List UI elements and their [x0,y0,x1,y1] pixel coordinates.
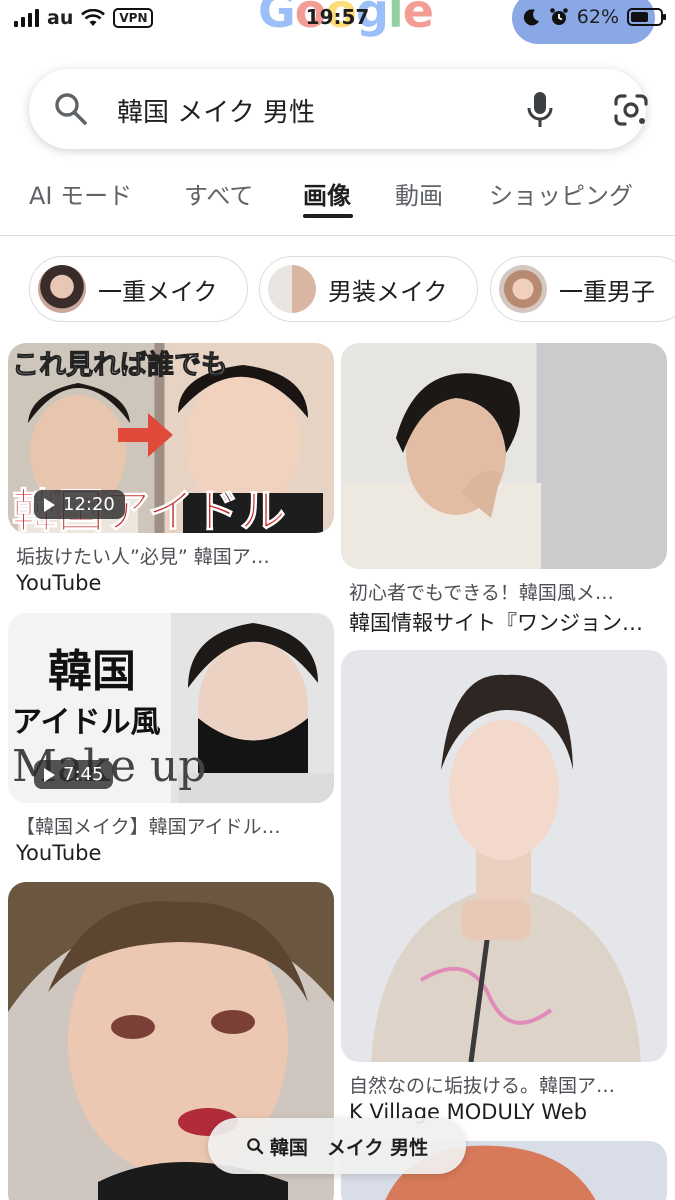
battery-icon [627,8,666,26]
search-box[interactable]: 韓国 メイク 男性 [29,69,649,149]
play-icon [44,497,55,512]
chip-label: 一重男子 [559,277,655,306]
result-source[interactable]: 韓国情報サイト『ワンジョン… [349,607,643,637]
status-right: 62% [523,6,666,28]
duration-label: 7:45 [63,764,104,785]
chip-single-eyelid-boy[interactable]: 一重男子 [490,256,675,322]
tab-all[interactable]: すべて [184,176,253,211]
search-icon[interactable] [53,91,89,127]
floating-search-pill[interactable]: 韓国 メイク 男性 [208,1118,466,1174]
duration-label: 12:20 [63,494,115,515]
thumbnail-art [341,373,541,569]
lens-icon[interactable] [613,93,649,127]
video-duration: 12:20 [34,490,125,519]
result-source[interactable]: YouTube [16,571,101,595]
result-title[interactable]: 垢抜けたい人”必見” 韓国ア… [16,542,270,569]
active-tab-indicator [303,214,353,218]
play-icon [44,767,55,782]
chip-thumbnail [268,265,316,313]
tab-ai-mode[interactable]: AI モード [29,176,132,211]
result-title[interactable]: 初心者でもできる！韓国風メ… [349,578,614,605]
chip-thumbnail [499,265,547,313]
thumbnail-art [371,674,641,1062]
tab-shopping[interactable]: ショッピング [489,176,633,211]
result-thumbnail[interactable] [341,650,667,1062]
search-icon [247,1138,264,1155]
search-tabs: AI モード すべて 画像 動画 ショッピング [0,168,675,236]
moon-icon [523,9,539,26]
chip-crossdress-makeup[interactable]: 男装メイク [259,256,478,322]
tab-videos[interactable]: 動画 [395,176,443,211]
result-title[interactable]: 自然なのに垢抜ける。韓国ア… [349,1071,615,1098]
thumbnail-text: アイドル風 [12,705,161,740]
video-duration: 7:45 [34,760,114,789]
mic-icon[interactable] [526,91,554,129]
thumbnail-text: これ見れば誰でも [12,350,229,382]
battery-fill [631,12,648,22]
chip-thumbnail [38,265,86,313]
thumbnail-text: 韓国 [48,646,136,697]
chip-label: 男装メイク [328,277,448,306]
result-thumbnail[interactable]: これ見れば誰でも 韓国アイドル 12:20 [8,343,334,533]
chip-label: 一重メイク [98,277,218,306]
status-bar: Google au VPN 19:57 62% [0,0,675,44]
battery-percent: 62% [576,6,619,28]
search-query[interactable]: 韓国 メイク 男性 [117,92,315,129]
related-chips: 一重メイク 男装メイク 一重男子 [0,256,675,322]
result-title[interactable]: 【韓国メイク】韓国アイドル… [16,812,281,839]
chip-single-eyelid-makeup[interactable]: 一重メイク [29,256,248,322]
result-thumbnail[interactable]: 韓国 アイドル風 Make up 7:45 [8,613,334,803]
result-thumbnail[interactable] [341,343,667,569]
tab-images[interactable]: 画像 [303,176,351,211]
floating-search-label: 韓国 メイク 男性 [269,1136,429,1159]
result-source[interactable]: YouTube [16,841,101,865]
alarm-icon [549,8,568,25]
